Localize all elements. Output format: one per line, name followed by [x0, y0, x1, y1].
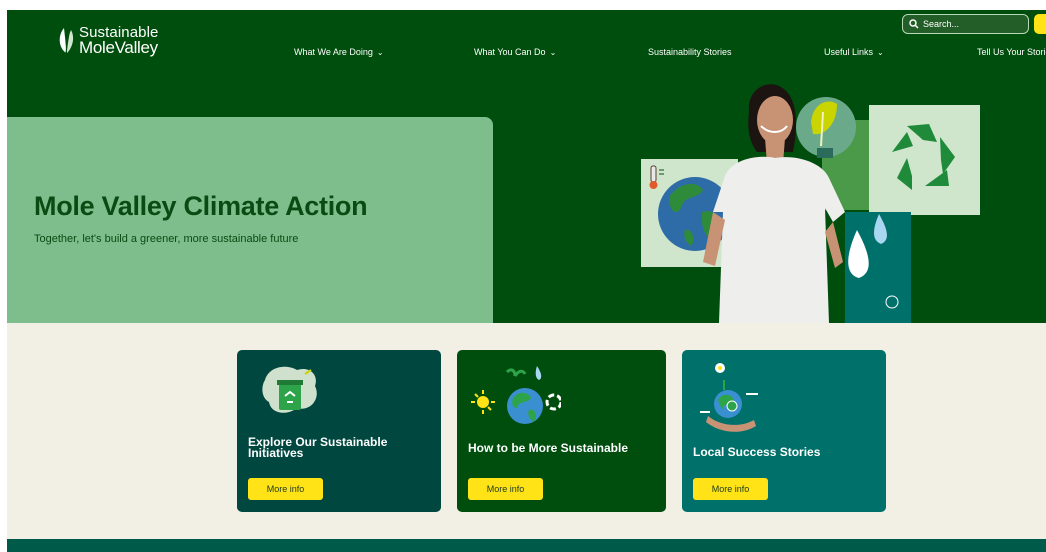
globe-in-hand-icon — [700, 363, 758, 432]
search-input[interactable] — [923, 19, 1023, 29]
hero-title: Mole Valley Climate Action — [34, 191, 368, 221]
card-title: How to be More Sustainable — [468, 441, 629, 455]
nav-item-label: What We Are Doing — [294, 47, 373, 57]
card-how-to-be-sustainable[interactable]: How to be More Sustainable More info — [457, 350, 666, 512]
page: Sustainable MoleValley What We Are Doing… — [7, 10, 1046, 552]
nav-item-label: What You Can Do — [474, 47, 546, 57]
nav-item-label: Sustainability Stories — [648, 47, 732, 57]
site-logo[interactable]: Sustainable MoleValley — [57, 25, 159, 57]
chevron-down-icon: ⌄ — [376, 47, 384, 57]
chevron-down-icon: ⌄ — [877, 47, 884, 57]
nav-item-sustainability-stories[interactable]: Sustainability Stories — [648, 47, 732, 57]
recycle-bin-icon — [262, 366, 317, 413]
search-icon — [909, 19, 919, 29]
more-info-button[interactable]: More info — [248, 478, 323, 500]
card-local-success-stories[interactable]: Local Success Stories More info — [682, 350, 886, 512]
globe-icon — [658, 177, 732, 251]
card-title: Local Success Stories — [693, 445, 821, 459]
features-section: Explore Our Sustainable Initiatives More… — [7, 323, 1046, 539]
more-info-button[interactable]: More info — [693, 478, 768, 500]
header-action-button[interactable] — [1034, 14, 1046, 34]
logo-line-2: MoleValley — [79, 38, 158, 57]
card-title: Explore Our Sustainable Initiatives — [248, 435, 388, 460]
hero-subtitle: Together, let's build a greener, more su… — [34, 233, 299, 245]
more-info-button[interactable]: More info — [468, 478, 543, 500]
search-box[interactable] — [902, 14, 1029, 34]
nav-item-label: Tell Us Your Stories — [977, 47, 1046, 57]
nav-item-useful-links[interactable]: Useful Links ⌄ — [824, 47, 884, 57]
hero-illustration — [641, 84, 980, 323]
card-sustainable-initiatives[interactable]: Explore Our Sustainable Initiatives More… — [237, 350, 441, 512]
nav-item-what-we-are-doing[interactable]: What We Are Doing ⌄ — [294, 47, 384, 57]
nav-item-label: Useful Links — [824, 47, 874, 57]
chevron-down-icon: ⌄ — [549, 47, 557, 57]
globe-sun-recycle-icon — [471, 366, 561, 424]
footer-band — [7, 539, 1046, 552]
leaf-logo-icon — [59, 28, 74, 54]
nav-item-what-you-can-do[interactable]: What You Can Do ⌄ — [474, 47, 556, 57]
nav-item-tell-us-your-stories[interactable]: Tell Us Your Stories — [977, 47, 1046, 57]
